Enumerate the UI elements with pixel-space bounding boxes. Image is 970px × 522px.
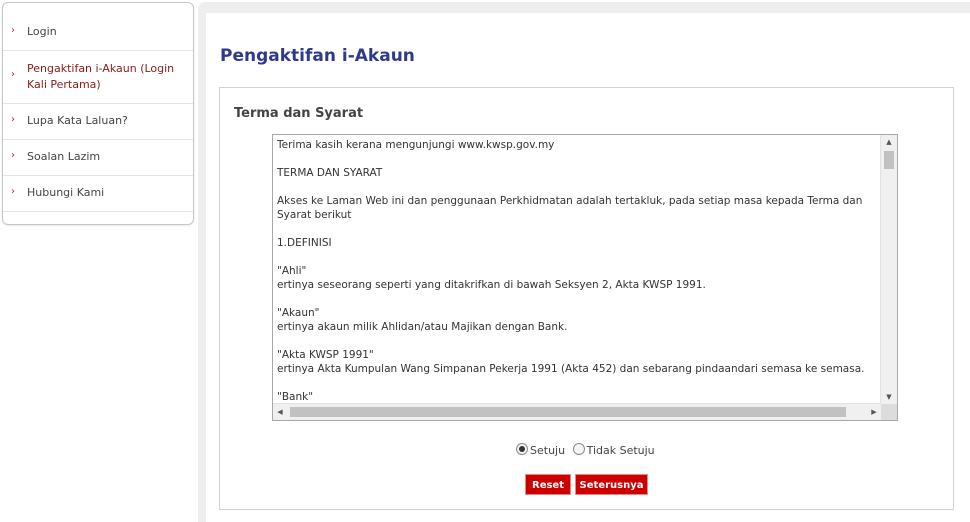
radio-checked-icon[interactable]	[516, 443, 528, 455]
sidebar-item-faq[interactable]: › Soalan Lazim	[3, 139, 193, 176]
agree-label: Setuju	[530, 444, 566, 457]
radio-unchecked-icon[interactable]	[572, 443, 585, 455]
horizontal-scrollbar[interactable]: ◀ ▶	[273, 403, 881, 420]
sidebar-item-login[interactable]: › Login	[3, 3, 193, 51]
scroll-left-icon[interactable]: ◀	[273, 404, 287, 420]
sidebar-item-label: Hubungi Kami	[27, 186, 105, 199]
chevron-right-icon: ›	[11, 114, 15, 125]
horizontal-scroll-thumb[interactable]	[290, 407, 846, 417]
sidebar-item-forgot-password[interactable]: › Lupa Kata Laluan?	[3, 103, 193, 140]
section-title: Terma dan Syarat	[234, 106, 364, 121]
sidebar-item-label: Soalan Lazim	[27, 150, 101, 163]
disagree-radio[interactable]: Tidak Setuju	[572, 443, 655, 457]
terms-text: Terima kasih kerana mengunjungi www.kwsp…	[277, 139, 865, 403]
scroll-up-icon[interactable]: ▲	[881, 135, 897, 149]
chevron-right-icon: ›	[11, 186, 15, 197]
agree-radio[interactable]: Setuju	[516, 443, 565, 457]
vertical-scroll-thumb[interactable]	[884, 151, 894, 169]
sidebar-item-label: Lupa Kata Laluan?	[27, 114, 128, 127]
scroll-right-icon[interactable]: ▶	[867, 404, 881, 420]
sidebar-item-label: Pengaktifan i-Akaun (Login Kali Pertama)	[27, 62, 175, 91]
scrollbar-corner	[881, 404, 897, 420]
disagree-label: Tidak Setuju	[586, 444, 655, 457]
sidebar-item-label: Login	[27, 25, 57, 38]
vertical-scrollbar[interactable]: ▲ ▼	[880, 135, 897, 404]
sidebar-nav: › Login › Pengaktifan i-Akaun (Login Kal…	[2, 2, 194, 225]
next-button[interactable]: Seterusnya	[575, 474, 648, 495]
reset-button[interactable]: Reset	[525, 474, 571, 495]
sidebar-item-contact[interactable]: › Hubungi Kami	[3, 175, 193, 212]
chevron-right-icon: ›	[11, 25, 15, 36]
sidebar-item-activation[interactable]: › Pengaktifan i-Akaun (Login Kali Pertam…	[3, 50, 193, 104]
scroll-down-icon[interactable]: ▼	[881, 390, 897, 404]
terms-textarea[interactable]: Terima kasih kerana mengunjungi www.kwsp…	[272, 134, 898, 421]
agreement-radio-group: Setuju Tidak Setuju	[516, 443, 659, 457]
chevron-right-icon: ›	[11, 69, 15, 80]
page-title: Pengaktifan i-Akaun	[220, 46, 415, 66]
chevron-right-icon: ›	[11, 150, 15, 161]
